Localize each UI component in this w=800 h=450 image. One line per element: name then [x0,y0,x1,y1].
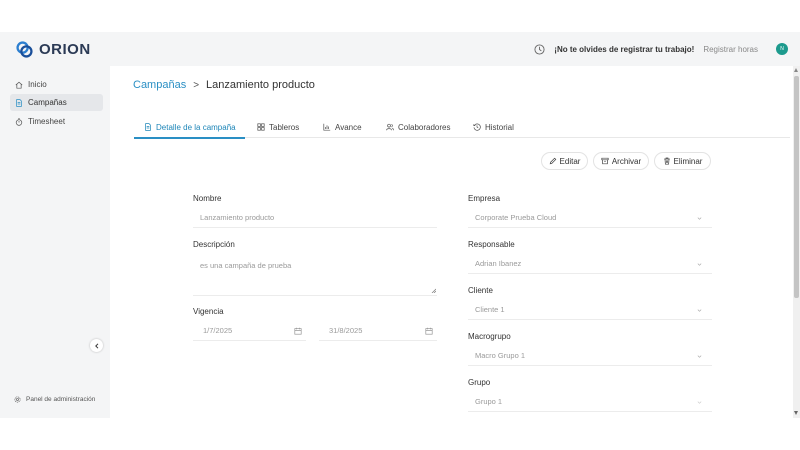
responsable-value: Adrian Ibanez [475,259,522,268]
cliente-value: Cliente 1 [475,305,505,314]
admin-panel-link[interactable]: Panel de administración [14,396,95,403]
sidebar: Inicio Campañas Timesheet Panel de admin… [0,66,110,418]
sidebar-item-timesheet[interactable]: Timesheet [10,113,103,130]
empresa-label: Empresa [468,194,501,203]
chevron-left-icon [94,342,98,349]
breadcrumb-separator: > [193,79,200,91]
orion-logo-icon [16,40,33,58]
cliente-label: Cliente [468,286,493,295]
gear-icon [14,396,21,403]
users-icon [386,123,394,131]
breadcrumb-parent[interactable]: Campañas [133,79,186,91]
sidebar-item-campanas[interactable]: Campañas [10,94,103,111]
scroll-down-arrow-icon[interactable] [794,411,798,415]
history-icon [473,123,481,131]
cliente-select[interactable]: Cliente 1 [468,300,712,320]
admin-panel-label: Panel de administración [26,396,96,403]
header-right: ¡No te olvides de registrar tu trabajo! … [534,32,788,66]
descripcion-textarea[interactable]: es una campaña de prueba [193,254,437,296]
main-scrollbar[interactable] [793,66,800,418]
breadcrumb-current: Lanzamiento producto [206,79,315,91]
edit-button-label: Editar [559,156,581,166]
scroll-up-arrow-icon[interactable] [794,68,798,72]
chevron-down-icon [697,217,702,220]
vigencia-start-date-input[interactable]: 1/7/2025 [193,321,306,341]
empresa-value: Corporate Prueba Cloud [475,213,557,222]
nombre-value: Lanzamiento producto [200,213,275,222]
descripcion-label: Descripción [193,240,235,249]
tab-label: Avance [335,123,362,132]
delete-button-label: Eliminar [673,156,703,166]
descripcion-value: es una campaña de prueba [200,261,292,270]
grupo-select[interactable]: Grupo 1 [468,392,712,412]
tab-label: Detalle de la campaña [156,123,236,132]
vigencia-end-value: 31/8/2025 [329,326,363,335]
edit-button[interactable]: Editar [541,152,588,170]
pencil-icon [549,157,556,165]
grupo-label: Grupo [468,378,491,387]
sidebar-item-label: Inicio [28,80,47,89]
trash-icon [663,157,670,165]
work-reminder: ¡No te olvides de registrar tu trabajo! [554,44,695,54]
macrogrupo-select[interactable]: Macro Grupo 1 [468,346,712,366]
tab-label: Colaboradores [398,123,451,132]
grid-icon [257,123,265,131]
top-strip [0,0,800,32]
delete-button[interactable]: Eliminar [654,152,711,170]
vigencia-label: Vigencia [193,307,224,316]
grupo-value: Grupo 1 [475,397,503,406]
register-hours-link[interactable]: Registrar horas [703,45,758,54]
home-icon [15,81,23,89]
chart-icon [323,123,331,131]
vigencia-end-date-input[interactable]: 31/8/2025 [319,321,437,341]
document-icon [145,123,151,131]
user-avatar[interactable]: N [776,43,788,55]
timer-icon [15,117,23,126]
tab-tableros[interactable]: Tableros [257,121,299,138]
document-icon [16,98,22,107]
chevron-down-icon [697,401,702,404]
app-header: ORION ¡No te olvides de registrar tu tra… [0,32,800,66]
chevron-down-icon [697,309,702,312]
tab-colaboradores[interactable]: Colaboradores [386,121,450,138]
sidebar-item-label: Timesheet [28,117,66,126]
empresa-select[interactable]: Corporate Prueba Cloud [468,208,712,228]
tab-label: Tableros [269,123,300,132]
calendar-icon[interactable] [425,327,433,335]
resize-handle-icon[interactable] [431,288,436,293]
nombre-label: Nombre [193,194,222,203]
app-logo[interactable]: ORION [15,40,91,59]
breadcrumb: Campañas > Lanzamiento producto [133,79,315,91]
calendar-icon[interactable] [294,327,302,335]
app-name: ORION [39,40,91,58]
bottom-strip [0,418,800,450]
responsable-label: Responsable [468,240,515,249]
archive-button[interactable]: Archivar [593,152,649,170]
sidebar-item-label: Campañas [28,98,67,107]
macrogrupo-label: Macrogrupo [468,332,511,341]
tab-label: Historial [485,123,514,132]
chevron-down-icon [697,263,702,266]
sidebar-item-inicio[interactable]: Inicio [10,76,103,93]
chevron-down-icon [697,355,702,358]
vigencia-start-value: 1/7/2025 [203,326,233,335]
tab-historial[interactable]: Historial [473,121,514,138]
tab-detalle[interactable]: Detalle de la campaña [134,121,245,139]
clock-icon [534,43,545,55]
tab-bar: Detalle de la campaña Tableros Avance Co… [134,121,790,139]
avatar-initial: N [780,46,784,52]
collapse-sidebar-button[interactable] [90,339,103,352]
main-content: Campañas > Lanzamiento producto Detalle … [110,66,793,418]
nombre-field[interactable]: Lanzamiento producto [193,208,437,228]
macrogrupo-value: Macro Grupo 1 [475,351,526,360]
responsable-select[interactable]: Adrian Ibanez [468,254,712,274]
tab-avance[interactable]: Avance [323,121,362,138]
scroll-thumb[interactable] [794,76,799,298]
archive-icon [601,157,609,165]
archive-button-label: Archivar [611,156,642,166]
